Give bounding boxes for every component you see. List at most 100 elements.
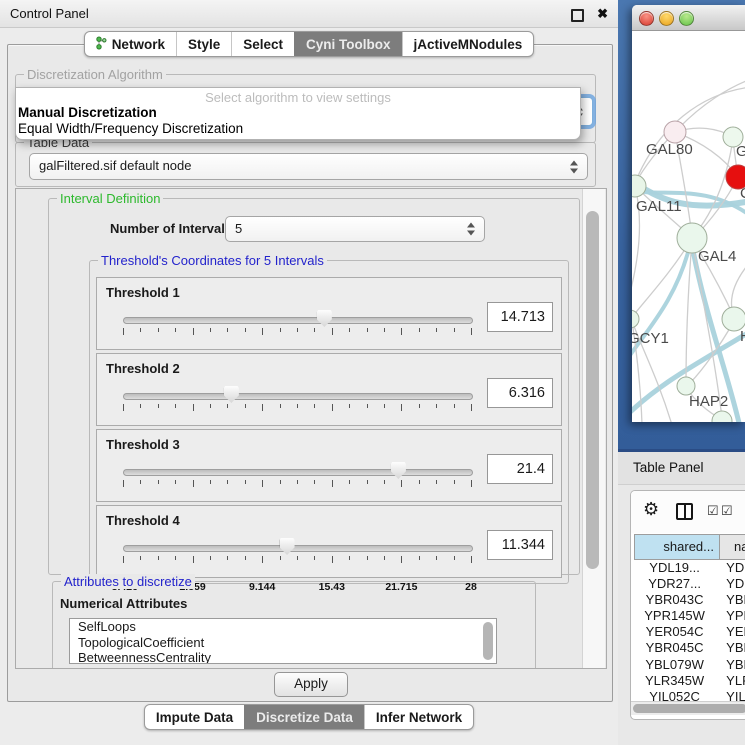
split-columns-icon[interactable] xyxy=(676,503,693,520)
tick-mark xyxy=(297,328,298,332)
network-node-gal80[interactable] xyxy=(664,121,686,143)
table-row[interactable]: YDR27...YDR2 xyxy=(634,576,745,592)
table-toolbar: ⚙ ☑ ☑ xyxy=(631,491,745,533)
slider-track[interactable] xyxy=(123,469,473,476)
cell-shared-name: YER054C xyxy=(634,624,715,640)
list-scrollbar-thumb[interactable] xyxy=(483,622,493,660)
tick-mark xyxy=(454,328,455,332)
table-row[interactable]: YER054CYER0 xyxy=(634,624,745,640)
threshold-panel: Threshold 3 -3.4262.8599.14415.4321.7152… xyxy=(96,429,562,502)
attribute-item-topologicalcoefficient[interactable]: TopologicalCoefficient xyxy=(70,635,496,651)
network-node-node[interactable] xyxy=(712,411,732,422)
slider-thumb-icon[interactable] xyxy=(224,386,239,403)
threshold-panel: Threshold 4 -3.4262.8599.14415.4321.7152… xyxy=(96,505,562,578)
cell-name: YER0 xyxy=(715,624,745,640)
tick-mark xyxy=(436,328,437,332)
threshold-value-field[interactable]: 21.4 xyxy=(487,454,553,484)
column-header-shared-name[interactable]: shared... xyxy=(634,534,720,560)
tick-mark xyxy=(193,404,194,411)
bottom-tabbar-wrap: Impute DataDiscretize DataInfer Network xyxy=(0,704,618,730)
tab-cyni-toolbox[interactable]: Cyni Toolbox xyxy=(294,32,402,56)
tick-mark xyxy=(245,556,246,560)
table-row[interactable]: YLR345WYLR3 xyxy=(634,673,745,689)
threshold-value-field[interactable]: 11.344 xyxy=(487,530,553,560)
cell-shared-name: YBR045C xyxy=(634,640,715,656)
threshold-slider[interactable]: -3.4262.8599.14415.4321.71528 xyxy=(123,388,471,422)
tab-infer-network[interactable]: Infer Network xyxy=(364,705,473,729)
network-node-label: GA xyxy=(736,143,745,160)
zoom-traffic-light-icon[interactable] xyxy=(679,11,694,26)
close-traffic-light-icon[interactable] xyxy=(639,11,654,26)
slider-thumb-icon[interactable] xyxy=(317,310,332,327)
tick-mark xyxy=(367,480,368,484)
minimize-traffic-light-icon[interactable] xyxy=(659,11,674,26)
tick-mark xyxy=(297,480,298,484)
threshold-slider[interactable]: -3.4262.8599.14415.4321.71528 xyxy=(123,464,471,498)
tick-mark xyxy=(314,328,315,332)
node-table-container: ⚙ ☑ ☑ shared... name YDL19...YDL1YDR27..… xyxy=(630,490,745,720)
tick-mark xyxy=(227,404,228,408)
network-node-label: HAP2 xyxy=(689,393,728,410)
gear-icon[interactable]: ⚙ xyxy=(643,499,659,520)
cell-shared-name: YDR27... xyxy=(634,576,715,592)
network-window-titlebar xyxy=(632,5,745,31)
slider-thumb-icon[interactable] xyxy=(391,462,406,479)
tab-jactivemnodules[interactable]: jActiveMNodules xyxy=(402,32,534,56)
discretization-algorithm-group-label: Discretization Algorithm xyxy=(24,67,166,82)
close-icon[interactable]: ✖ xyxy=(597,4,608,23)
tab-discretize-data[interactable]: Discretize Data xyxy=(244,705,364,729)
slider-track[interactable] xyxy=(123,545,473,552)
table-row[interactable]: YDL19...YDL1 xyxy=(634,560,745,576)
tab-label: Style xyxy=(188,37,220,52)
network-node-label: C xyxy=(740,185,745,202)
table-data-combobox[interactable]: galFiltered.sif default node xyxy=(29,153,588,180)
threshold-value-field[interactable]: 14.713 xyxy=(487,302,553,332)
network-node-gcy1[interactable] xyxy=(632,310,639,328)
attribute-item-selfloops[interactable]: SelfLoops xyxy=(70,619,496,635)
table-hscrollbar[interactable] xyxy=(631,701,745,715)
table-row[interactable]: YPR145WYPR1 xyxy=(634,608,745,624)
threshold-value-field[interactable]: 6.316 xyxy=(487,378,553,408)
number-of-intervals-label: Number of Intervals xyxy=(110,221,232,236)
popup-item-manual-discretization[interactable]: Manual Discretization xyxy=(16,105,580,121)
tab-network[interactable]: Network xyxy=(85,32,176,56)
number-of-intervals-combobox[interactable]: 5 xyxy=(225,216,485,242)
tick-mark xyxy=(280,556,281,560)
tick-mark xyxy=(123,404,124,411)
cell-name: YLR3 xyxy=(715,673,745,689)
tab-style[interactable]: Style xyxy=(176,32,231,56)
apply-button[interactable]: Apply xyxy=(274,672,348,697)
threshold-slider[interactable]: -3.4262.8599.14415.4321.71528 xyxy=(123,312,471,346)
checkbox-icon[interactable]: ☑ xyxy=(721,504,733,518)
thresholds-group-label: Threshold's Coordinates for 5 Intervals xyxy=(98,253,327,268)
float-window-icon[interactable] xyxy=(571,9,584,22)
settings-scrollbar[interactable] xyxy=(582,189,605,668)
settings-scrollbar-thumb[interactable] xyxy=(586,211,599,569)
tick-mark xyxy=(436,404,437,408)
slider-thumb-icon[interactable] xyxy=(280,538,295,555)
tick-mark xyxy=(332,556,333,563)
attribute-item-betweennesscentrality[interactable]: BetweennessCentrality xyxy=(70,650,496,664)
table-hscrollbar-thumb[interactable] xyxy=(633,704,745,713)
bottom-tabbar: Impute DataDiscretize DataInfer Network xyxy=(144,704,474,730)
cell-name: YBR0 xyxy=(715,640,745,656)
table-row[interactable]: YBL079WYBL0 xyxy=(634,657,745,673)
tick-mark xyxy=(384,556,385,560)
column-header-name[interactable]: name xyxy=(720,534,745,560)
tick-mark xyxy=(367,328,368,332)
popup-item-equal-width-frequency-discretization[interactable]: Equal Width/Frequency Discretization xyxy=(16,121,580,137)
tab-impute-data[interactable]: Impute Data xyxy=(145,705,244,729)
network-edge xyxy=(692,240,722,418)
tick-mark xyxy=(123,328,124,335)
network-node-label: GAL4 xyxy=(698,248,736,265)
slider-track[interactable] xyxy=(123,317,473,324)
tick-mark xyxy=(419,404,420,408)
tab-select[interactable]: Select xyxy=(231,32,294,56)
tick-mark xyxy=(280,404,281,408)
slider-track[interactable] xyxy=(123,393,473,400)
network-canvas[interactable]: GAL80GACGAL11GAL4GCY1HHAP2 xyxy=(632,31,745,422)
table-row[interactable]: YBR045CYBR0 xyxy=(634,640,745,656)
checkbox-icon[interactable]: ☑ xyxy=(707,504,719,518)
threshold-slider[interactable]: -3.4262.8599.14415.4321.71528 xyxy=(123,540,471,574)
table-row[interactable]: YBR043CYBR0 xyxy=(634,592,745,608)
